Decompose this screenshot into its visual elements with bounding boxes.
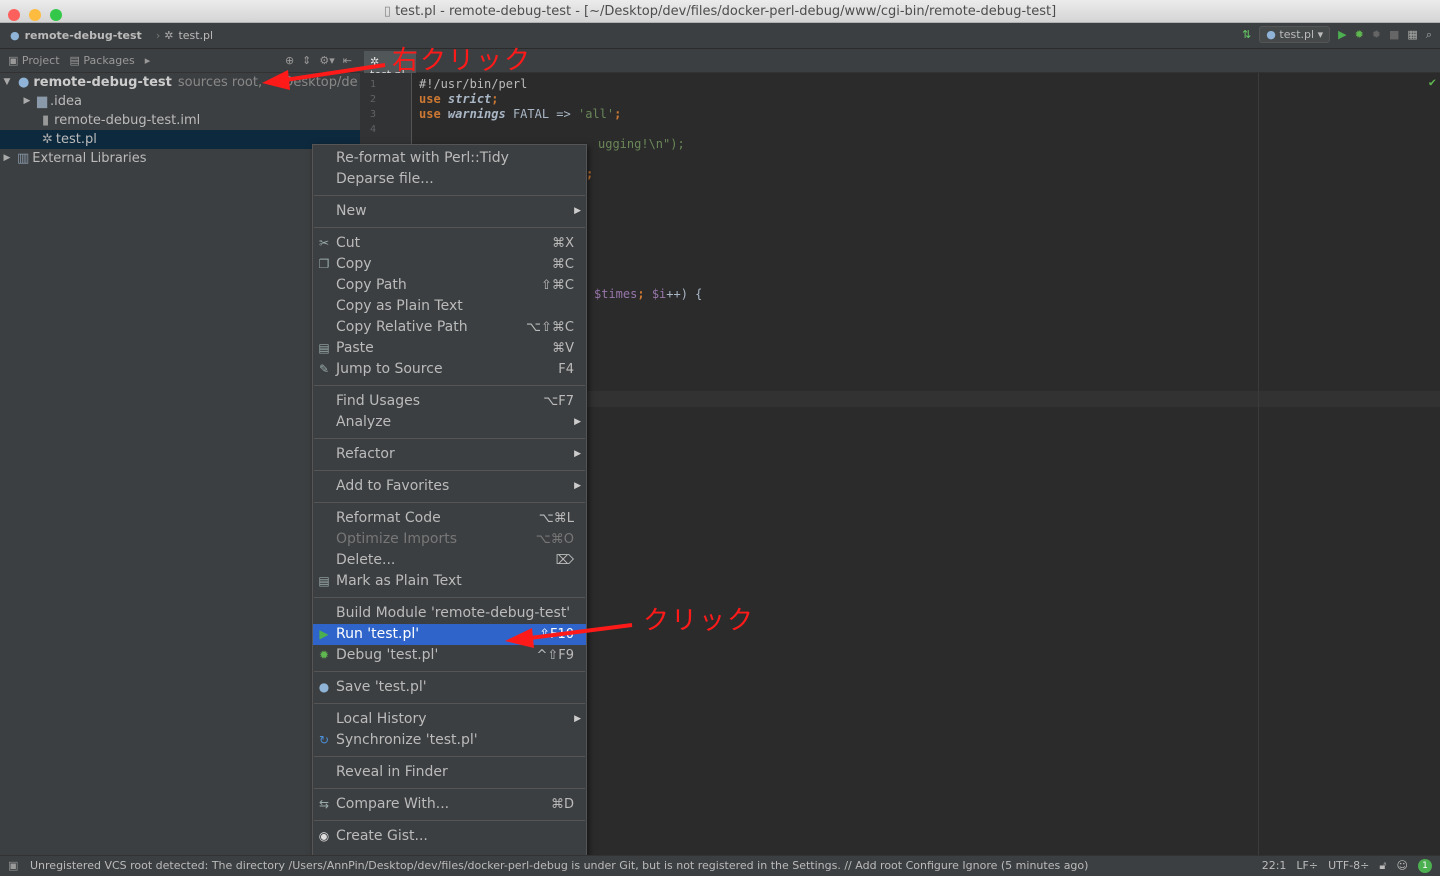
panel-toggle-icon[interactable]: ▣ [8,856,18,876]
status-bar: ▣ Unregistered VCS root detected: The di… [0,855,1440,876]
status-widgets: 22:1 LF÷ UTF-8÷ 🔓︎ ☺ 1 [1262,856,1432,876]
inspector-icon[interactable]: ☺ [1397,856,1408,876]
event-log-badge[interactable]: 1 [1418,859,1432,873]
line-separator[interactable]: LF÷ [1296,856,1318,876]
file-encoding[interactable]: UTF-8÷ [1328,856,1369,876]
annotation-click-label: クリック [643,606,756,636]
arrow-line-click [529,623,633,640]
annotation-arrows [262,63,633,648]
annotation-right-click-label: 右クリック [392,46,533,76]
lock-icon[interactable]: 🔓︎ [1379,856,1386,876]
status-message[interactable]: Unregistered VCS root detected: The dire… [30,859,1088,872]
arrowhead-click [505,628,534,648]
arrow-line-right-click [284,63,386,82]
arrowhead-right-click [262,70,290,90]
caret-position[interactable]: 22:1 [1262,856,1287,876]
